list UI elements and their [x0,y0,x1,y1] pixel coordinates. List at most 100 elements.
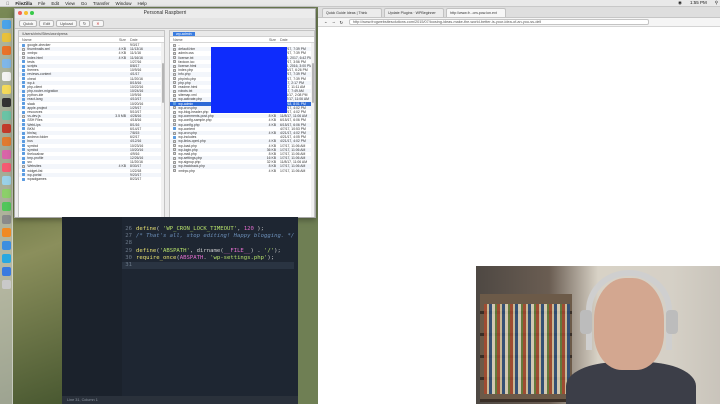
music-icon[interactable] [1,163,11,172]
menu-edit[interactable]: Edit [51,1,59,6]
menu-transfer[interactable]: Transfer [93,1,110,6]
address-bar[interactable]: http://www.frogwebsitesolutions.com/2015… [348,19,649,25]
edit-button[interactable]: Edit [39,19,55,27]
browser-tab-active[interactable]: http://www.fr...om-pow.ion.ext [446,8,506,17]
menu-view[interactable]: View [65,1,75,6]
code-editor: 26 define( 'WP_CRON_LOCK_TIMEOUT', 120 );… [62,217,298,404]
code-line[interactable]: 29 define('ABSPATH', dirname(__FILE__) . … [122,248,294,255]
code-token: 120 [243,226,254,232]
vlc-icon[interactable] [1,228,11,237]
settings-icon[interactable] [1,215,11,224]
webcam-overlay [476,266,720,404]
file-icon [22,165,26,169]
filezilla-icon[interactable] [1,124,11,133]
browser-tab[interactable]: Quick Guide Ideas | Think [322,8,382,17]
stop-icon[interactable]: ✕ [92,19,104,27]
chrome-icon[interactable] [1,33,11,42]
menu-help[interactable]: Help [137,1,146,6]
editor-icon[interactable] [1,137,11,146]
code-token: '/' [264,247,275,254]
remote-path-selected[interactable]: wp-admin [173,32,195,36]
terminal-icon[interactable] [1,98,11,107]
ftp-title-bar[interactable]: Personal Raspberri [15,9,315,18]
mail-icon[interactable] [1,59,11,68]
file-size [108,177,128,181]
upload-button[interactable]: Upload [56,19,77,27]
notes-icon[interactable] [1,85,11,94]
calendar-icon[interactable] [1,72,11,81]
trash-icon[interactable] [1,280,11,289]
code-token: /* That's all, stop editing! Happy blogg… [136,233,295,240]
file-icon [173,148,177,152]
wifi-icon[interactable]: ◉ [678,0,682,6]
file-date: 8/23/17 [130,177,142,181]
quick-connect-button[interactable]: Quick [19,19,38,27]
browser-tab-strip: Quick Guide Ideas | Think Update Plugins… [318,7,720,18]
zoom-icon[interactable] [30,11,34,15]
code-line[interactable]: 28 [122,240,294,247]
skype-icon[interactable] [1,254,11,263]
file-icon [173,114,177,118]
code-line[interactable]: 27 /* That's all, stop editing! Happy blo… [122,233,294,240]
local-scrollbar[interactable] [161,43,164,217]
minimize-icon[interactable] [24,11,28,15]
folder-icon [22,144,26,148]
column-size[interactable]: Size [258,37,278,42]
file-date: 1/7/17, 11:06 AM [280,168,306,173]
reload-icon[interactable]: ↻ [340,20,343,25]
app-store-icon[interactable] [1,267,11,276]
menu-file[interactable]: File [38,1,45,6]
folder-icon [22,110,26,114]
column-name[interactable]: Name [170,37,258,42]
slack-icon[interactable] [1,111,11,120]
ftp-toolbar: Quick Edit Upload ↻ ✕ [15,18,315,29]
file-icon [173,85,177,89]
right-file-row[interactable]: xmlrpc.php 4 KB 1/7/17, 11:06 AM [170,169,314,173]
refresh-icon[interactable]: ↻ [78,19,91,27]
headphone-earcup-right [666,310,678,334]
messages-icon[interactable] [1,202,11,211]
file-icon [173,89,177,93]
code-line[interactable]: 26 define( 'WP_CRON_LOCK_TIMEOUT', 120 ); [122,226,294,233]
close-icon[interactable] [18,11,22,15]
menu-clock[interactable]: 1:55 PM [690,0,707,6]
menu-go[interactable]: Go [81,1,87,6]
left-file-row[interactable]: wpaolgames 8/23/17 [19,177,164,181]
column-date[interactable]: Date [128,37,164,42]
column-size[interactable]: Size [108,37,128,42]
preview-icon[interactable] [1,176,11,185]
column-date[interactable]: Date [278,37,314,42]
code-area[interactable]: 26 define( 'WP_CRON_LOCK_TIMEOUT', 120 );… [122,226,295,270]
code-token: ); [253,226,265,232]
dock [0,18,13,404]
folder-icon [22,169,26,173]
remote-scrollbar[interactable] [311,43,314,217]
menu-window[interactable]: Window [115,1,131,6]
books [484,304,570,394]
back-icon[interactable]: ← [324,20,328,24]
folder-icon [22,106,26,110]
file-name-text: xmlrpc.php [178,168,195,173]
finder-icon[interactable] [1,20,11,29]
file-icon [173,51,177,55]
search-icon[interactable]: ⚲ [715,0,718,6]
code-line[interactable]: 31 [122,261,295,270]
folder-icon [22,60,26,64]
maps-icon[interactable] [1,189,11,198]
folder-icon [173,127,177,131]
column-name[interactable]: Name [19,37,108,42]
apple-icon[interactable]:  [6,1,9,6]
code-line[interactable]: 30 require_once(ABSPATH. 'wp-settings.php… [122,255,294,262]
firefox-icon[interactable] [1,46,11,55]
browser-tab[interactable]: Update Plugins · WPBeginner [384,8,444,17]
dropbox-icon[interactable] [1,241,11,250]
file-icon [173,64,177,68]
folder-icon [22,123,26,127]
file-icon [173,98,177,102]
menu-app-name[interactable]: FileZilla [15,1,32,6]
forward-icon[interactable]: → [332,20,336,24]
file-icon [173,43,177,47]
photos-icon[interactable] [1,150,11,159]
code-token: require_once [136,254,177,261]
file-icon [173,144,177,148]
